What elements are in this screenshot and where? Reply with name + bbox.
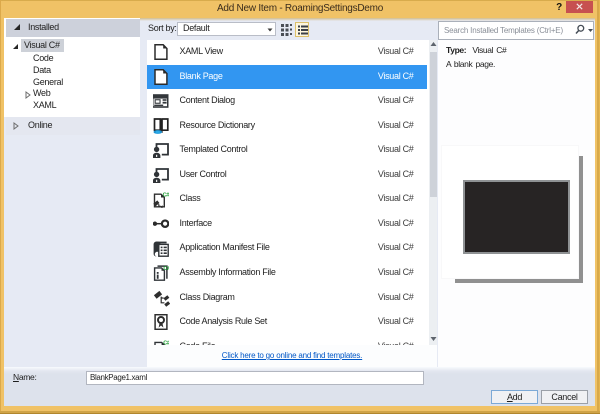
svg-text:C#: C# (163, 266, 169, 272)
svg-text:C#: C# (163, 192, 169, 198)
